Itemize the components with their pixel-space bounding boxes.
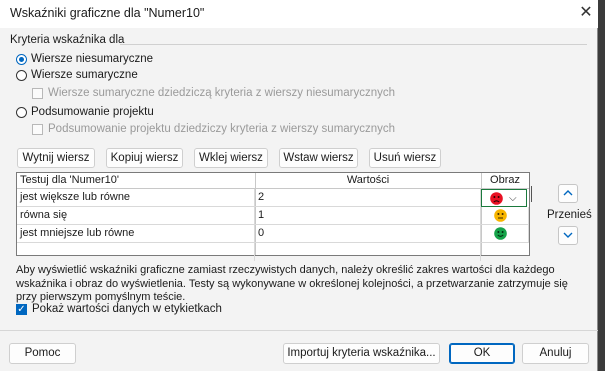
show-values-label[interactable]: Pokaż wartości danych w etykietkach <box>32 303 222 315</box>
move-label: Przenieś <box>547 209 592 221</box>
column-header-values: Wartości <box>255 173 481 189</box>
column-header-test: Testuj dla 'Numer10' <box>17 173 255 189</box>
import-criteria-button[interactable]: Importuj kryteria wskaźnika... <box>283 343 440 364</box>
image-cell[interactable] <box>481 225 529 243</box>
close-icon[interactable]: ✕ <box>576 3 596 23</box>
chevron-down-icon <box>563 232 573 238</box>
radio-label-non-summary: Wiersze niesumaryczne <box>31 53 154 65</box>
graphical-indicators-dialog: Wskaźniki graficzne dla "Numer10" ✕ Kryt… <box>0 0 598 371</box>
test-cell[interactable]: jest większe lub równe <box>17 189 255 207</box>
column-header-image: Obraz <box>481 173 529 189</box>
inherit-project-label: Podsumowanie projektu dziedziczy kryteri… <box>48 123 396 135</box>
test-cell[interactable]: równa się <box>17 207 255 225</box>
indicator-criteria-table: Testuj dla 'Numer10' Wartości Obraz jest… <box>16 172 530 261</box>
help-button[interactable]: Pomoc <box>9 343 76 364</box>
image-cell[interactable] <box>481 207 529 225</box>
background-window-edge <box>598 0 605 371</box>
insert-row-button[interactable]: Wstaw wiersz <box>279 148 358 168</box>
test-cell[interactable]: jest mniejsze lub równe <box>17 225 255 243</box>
empty-row-cell[interactable] <box>17 243 255 261</box>
group-divider <box>120 44 587 45</box>
info-text: Aby wyświetlić wskaźniki graficzne zamia… <box>16 264 568 303</box>
yellow-neutral-face-icon <box>494 209 507 222</box>
chevron-down-icon[interactable]: ⌵ <box>509 190 517 206</box>
value-cell[interactable]: 1 <box>255 207 481 225</box>
image-dropdown[interactable]: ⌵ <box>481 189 527 207</box>
inherit-summary-checkbox[interactable] <box>32 88 43 99</box>
cut-row-button[interactable]: Wytnij wiersz <box>17 148 95 168</box>
value-cell[interactable]: 2 <box>255 189 481 207</box>
title-bar: Wskaźniki graficzne dla "Numer10" ✕ <box>0 0 598 28</box>
radio-label-project-summary: Podsumowanie projektu <box>31 106 154 118</box>
green-happy-face-icon <box>494 227 507 240</box>
window-title: Wskaźniki graficzne dla "Numer10" <box>10 6 205 20</box>
criteria-group-label: Kryteria wskaźnika dla <box>10 34 125 46</box>
radio-button-icon[interactable] <box>16 70 27 81</box>
ok-button[interactable]: OK <box>449 343 515 364</box>
chevron-up-icon <box>563 190 573 196</box>
radio-label-summary: Wiersze sumaryczne <box>31 69 138 81</box>
red-sad-face-icon <box>490 192 503 205</box>
inherit-summary-label: Wiersze sumaryczne dziedziczą kryteria z… <box>48 87 396 99</box>
footer-divider <box>0 330 598 331</box>
inherit-project-checkbox[interactable] <box>32 124 43 135</box>
grid-scroll-indicator <box>531 186 532 202</box>
checkbox-checked-icon[interactable]: ✓ <box>16 304 27 315</box>
radio-button-selected-icon[interactable] <box>16 54 27 65</box>
radio-button-icon[interactable] <box>16 107 27 118</box>
paste-row-button[interactable]: Wklej wiersz <box>194 148 268 168</box>
value-cell[interactable]: 0 <box>255 225 481 243</box>
cancel-button[interactable]: Anuluj <box>522 343 589 364</box>
move-down-button[interactable] <box>558 226 578 245</box>
empty-row-cell[interactable] <box>255 243 481 261</box>
delete-row-button[interactable]: Usuń wiersz <box>369 148 441 168</box>
copy-row-button[interactable]: Kopiuj wiersz <box>106 148 183 168</box>
move-up-button[interactable] <box>558 184 578 203</box>
